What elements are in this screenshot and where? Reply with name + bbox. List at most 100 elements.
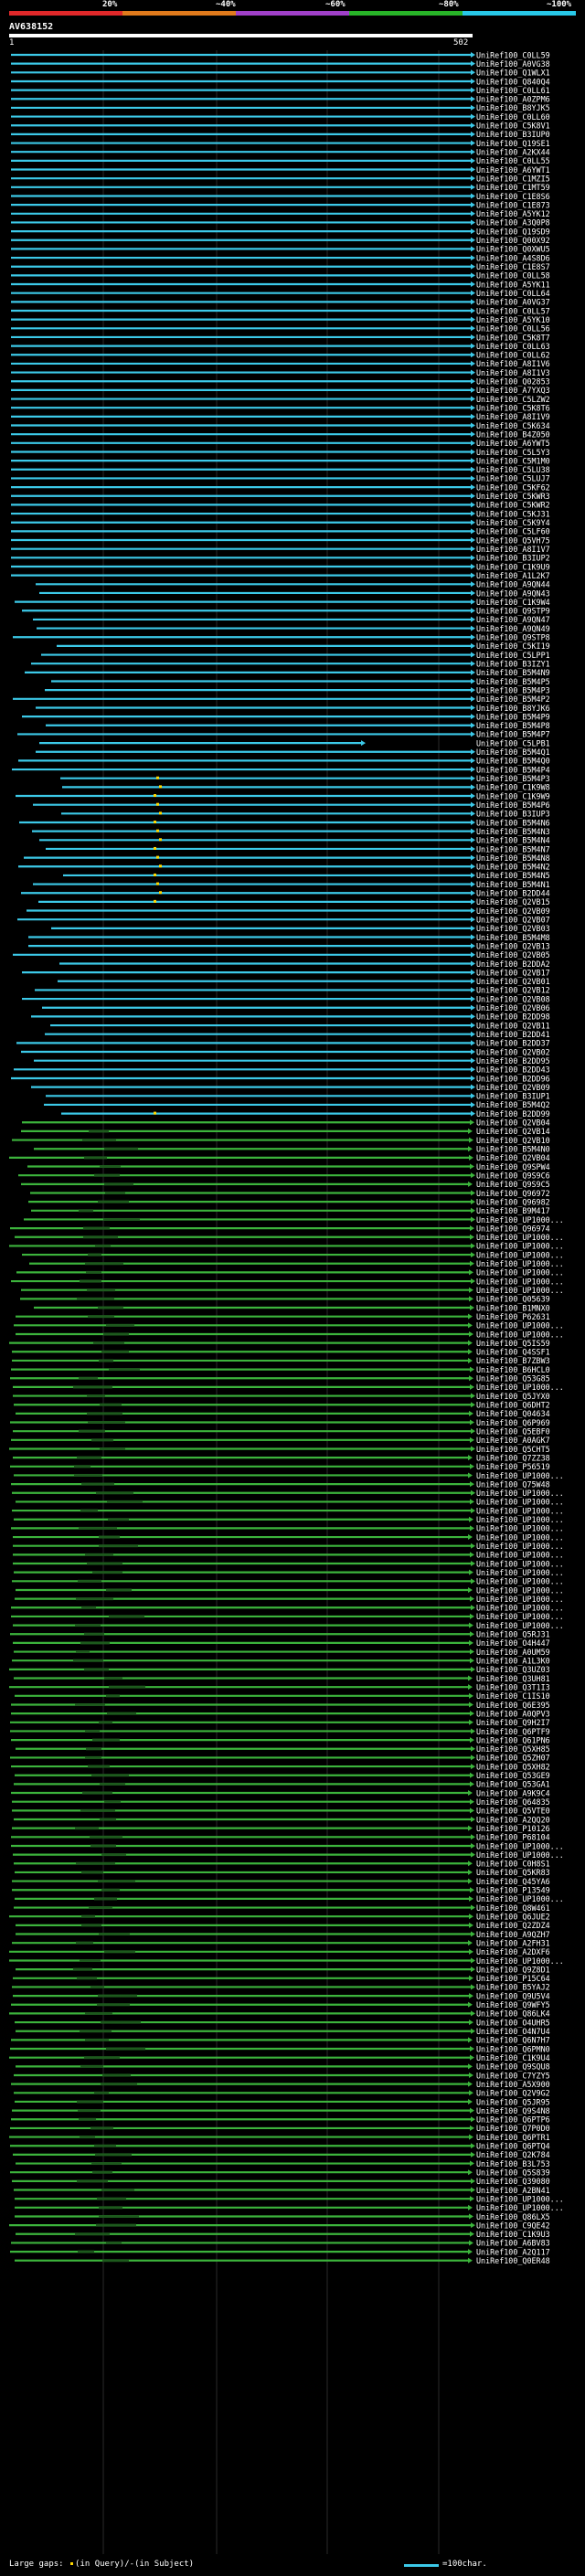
scale-line xyxy=(404,2564,439,2567)
alignment-arrow xyxy=(471,1190,475,1196)
alignment-arrow xyxy=(470,1163,474,1170)
hit-label: UniRef100_Q2VB04 xyxy=(476,1153,550,1162)
hit-label: UniRef100_B2DD41 xyxy=(476,1030,550,1039)
hit-label: UniRef100_Q86LK4 xyxy=(476,2009,550,2019)
hit-label: UniRef100_C5LPP1 xyxy=(476,651,550,660)
alignment-arrow xyxy=(471,528,475,535)
alignment-arrow xyxy=(468,2098,473,2104)
query-gap-icon xyxy=(156,776,159,779)
hit-label: UniRef100_B5M4P4 xyxy=(476,765,550,774)
hit-label: UniRef100_P68104 xyxy=(476,1833,550,1842)
alignment-arrow xyxy=(470,1781,474,1787)
hit-label: UniRef100_Q2VB13 xyxy=(476,941,550,950)
hit-label: UniRef100_C5K8V1 xyxy=(476,122,550,131)
alignment-gap-segment xyxy=(95,2153,132,2157)
hit-label: UniRef100_P13549 xyxy=(476,1886,550,1895)
hit-label: UniRef100_UP1000... xyxy=(476,1585,564,1595)
alignment-gap-segment xyxy=(104,1147,138,1150)
alignment-arrow xyxy=(471,758,475,764)
alignment-arrow xyxy=(471,87,475,93)
hit-label: UniRef100_B5M4N8 xyxy=(476,853,550,863)
alignment-gap-segment xyxy=(96,1491,133,1495)
hit-label: UniRef100_B5M4P5 xyxy=(476,677,550,686)
hit-label: UniRef100_B2DD96 xyxy=(476,1074,550,1083)
hit-label: UniRef100_C1K9W9 xyxy=(476,791,550,800)
alignment-arrow xyxy=(471,511,475,517)
hit-label: UniRef100_C1K9U4 xyxy=(476,2053,550,2062)
alignment-gap-segment xyxy=(79,1376,98,1380)
hit-label: UniRef100_C5K634 xyxy=(476,421,550,430)
alignment-arrow xyxy=(471,537,475,544)
alignment-arrow xyxy=(471,316,475,323)
hit-label: UniRef100_C1IS10 xyxy=(476,1691,550,1701)
alignment-arrow xyxy=(469,1622,473,1628)
hit-label: UniRef100_Q53GA1 xyxy=(476,1780,550,1789)
hit-label: UniRef100_C5LPB1 xyxy=(476,738,550,747)
alignment-arrow xyxy=(470,1463,474,1469)
alignment-arrow xyxy=(470,1711,474,1717)
alignment-gap-segment xyxy=(86,1747,101,1751)
alignment-arrow xyxy=(471,157,475,164)
alignment-arrow xyxy=(470,1260,474,1267)
alignment-arrow xyxy=(470,2231,474,2237)
hit-label: UniRef100_Q53G85 xyxy=(476,1374,550,1383)
alignment-gap-segment xyxy=(80,2064,103,2068)
hit-label: UniRef100_A6YWT5 xyxy=(476,439,550,448)
alignment-arrow xyxy=(470,1436,474,1443)
hit-label: UniRef100_Q9S9C5 xyxy=(476,1180,550,1189)
hit-label: UniRef100_C1K9U9 xyxy=(476,562,550,571)
alignment-arrow xyxy=(471,1561,475,1567)
hit-label: UniRef100_Q96972 xyxy=(476,1189,550,1198)
alignment-gap-segment xyxy=(87,1394,105,1398)
hit-label: UniRef100_UP1000... xyxy=(476,1524,564,1533)
alignment-arrow xyxy=(470,2160,474,2167)
alignment-arrow xyxy=(471,1508,475,1514)
alignment-arrow xyxy=(468,1790,473,1797)
alignment-arrow xyxy=(471,1084,475,1090)
alignment-arrow xyxy=(471,828,475,834)
alignment-arrow xyxy=(471,1049,475,1055)
alignment-gap-segment xyxy=(104,1800,121,1804)
alignment-gap-segment xyxy=(85,2011,112,2015)
alignment-gap-segment xyxy=(76,1941,93,1945)
alignment-gap-segment xyxy=(79,2117,96,2121)
alignment-gap-segment xyxy=(73,1659,103,1662)
hit-label: UniRef100_B2DDA2 xyxy=(476,959,550,969)
alignment-arrow xyxy=(470,1595,474,1602)
alignment-arrow xyxy=(471,784,475,790)
alignment-arrow xyxy=(469,1269,473,1276)
alignment-gap-segment xyxy=(82,1791,112,1795)
hit-label: UniRef100_Q5VTE0 xyxy=(476,1807,550,1816)
hit-label: UniRef100_Q6PTQ4 xyxy=(476,2142,550,2151)
hit-label: UniRef100_UP1000... xyxy=(476,1259,564,1268)
alignment-gap-segment xyxy=(107,1500,143,1503)
hit-label: UniRef100_Q6PMN0 xyxy=(476,2044,550,2053)
hit-label: UniRef100_Q2VB06 xyxy=(476,1003,550,1012)
hit-label: UniRef100_O4UHR5 xyxy=(476,2018,550,2027)
alignment-arrow xyxy=(471,1031,475,1037)
hit-label: UniRef100_Q19SD9 xyxy=(476,227,550,236)
hit-label: UniRef100_Q2VB07 xyxy=(476,915,550,924)
alignment-gap-segment xyxy=(103,1332,129,1336)
alignment-arrow xyxy=(471,299,475,305)
alignment-arrow xyxy=(471,625,475,631)
alignment-arrow xyxy=(471,599,475,605)
hit-label: UniRef100_Q9U5V4 xyxy=(476,1991,550,2000)
hit-label: UniRef100_B5M4P3 xyxy=(476,774,550,783)
hit-label: UniRef100_B5M4P9 xyxy=(476,712,550,721)
alignment-gap-segment xyxy=(81,1606,96,1609)
alignment-arrow xyxy=(471,1023,475,1029)
alignment-arrow xyxy=(468,1313,473,1320)
alignment-gap-segment xyxy=(80,1641,110,1645)
alignment-arrow xyxy=(471,801,475,808)
hit-label: UniRef100_Q9WFY5 xyxy=(476,2000,550,2009)
alignment-arrow xyxy=(471,678,475,684)
alignment-gap-segment xyxy=(106,1588,132,1592)
alignment-arrow xyxy=(468,1940,473,1946)
alignment-arrow xyxy=(471,767,475,773)
hit-label: UniRef100_B2DD43 xyxy=(476,1065,550,1075)
hit-label: UniRef100_C0LL64 xyxy=(476,289,550,298)
alignment-arrow xyxy=(470,2046,474,2052)
hit-label: UniRef100_Q45YA6 xyxy=(476,1877,550,1886)
alignment-arrow xyxy=(469,1296,473,1302)
